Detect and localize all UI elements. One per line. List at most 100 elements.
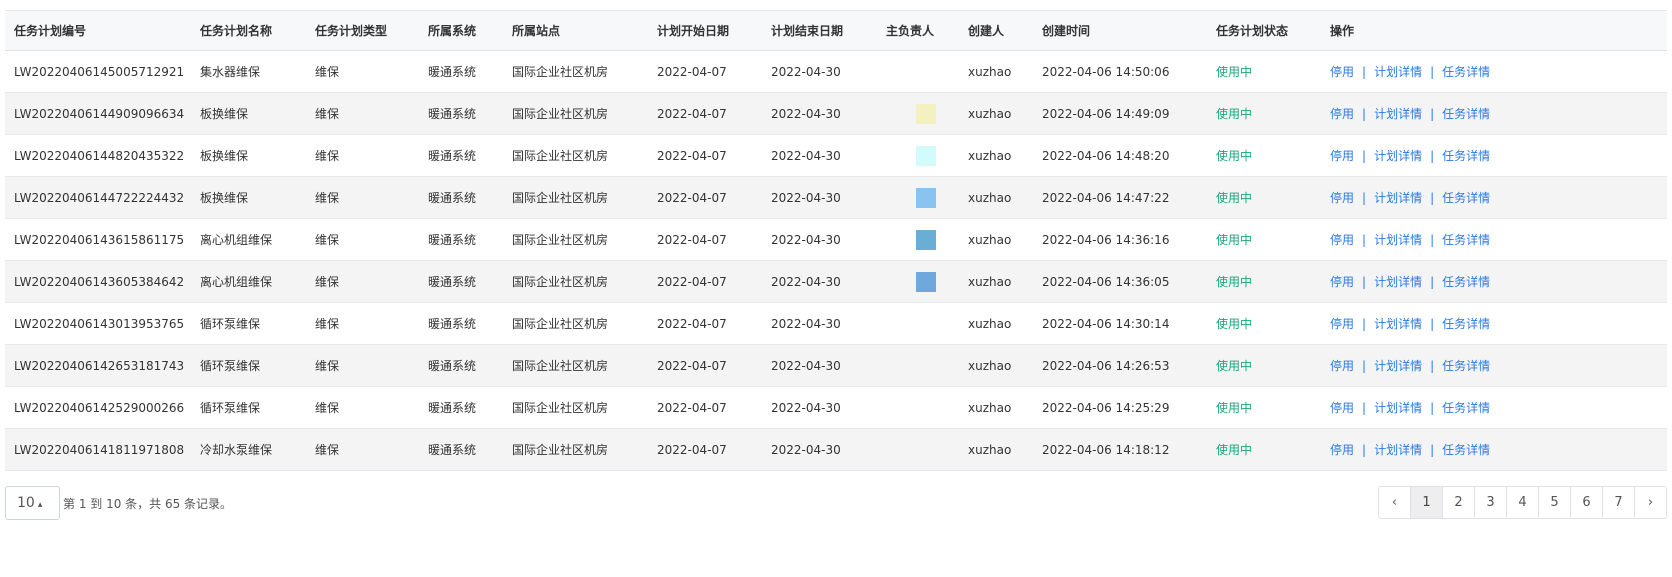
cell-actions: 停用 | 计划详情 | 任务详情: [1321, 218, 1667, 261]
col-header-system[interactable]: 所属系统: [419, 11, 503, 51]
disable-link[interactable]: 停用: [1330, 359, 1354, 373]
task-detail-link[interactable]: 任务详情: [1442, 401, 1490, 415]
task-detail-link[interactable]: 任务详情: [1442, 443, 1490, 457]
col-header-creator[interactable]: 创建人: [959, 11, 1033, 51]
cell-plan-type: 维保: [306, 344, 419, 387]
cell-site: 国际企业社区机房: [503, 50, 648, 93]
plan-detail-link[interactable]: 计划详情: [1374, 401, 1422, 415]
disable-link[interactable]: 停用: [1330, 107, 1354, 121]
action-separator: |: [1430, 401, 1435, 415]
cell-owner: [877, 50, 959, 93]
task-detail-link[interactable]: 任务详情: [1442, 317, 1490, 331]
cell-created-time: 2022-04-06 14:25:29: [1033, 386, 1207, 429]
plan-detail-link[interactable]: 计划详情: [1374, 149, 1422, 163]
action-separator: |: [1362, 191, 1367, 205]
task-detail-link[interactable]: 任务详情: [1442, 149, 1490, 163]
task-detail-link[interactable]: 任务详情: [1442, 359, 1490, 373]
page-7-button[interactable]: 7: [1602, 487, 1634, 518]
cell-end-date: 2022-04-30: [762, 176, 877, 219]
disable-link[interactable]: 停用: [1330, 317, 1354, 331]
task-plan-table-container: 任务计划编号 任务计划名称 任务计划类型 所属系统 所属站点 计划开始日期 计划…: [5, 10, 1667, 471]
page-size-dropdown[interactable]: 10 ▴: [5, 486, 60, 520]
cell-actions: 停用 | 计划详情 | 任务详情: [1321, 428, 1667, 470]
cell-system: 暖通系统: [419, 302, 503, 345]
cell-site: 国际企业社区机房: [503, 428, 648, 470]
page-size-value: 10: [17, 495, 35, 511]
cell-plan-id: LW20220406144820435322: [5, 134, 191, 177]
action-separator: |: [1362, 149, 1367, 163]
task-detail-link[interactable]: 任务详情: [1442, 65, 1490, 79]
task-detail-link[interactable]: 任务详情: [1442, 191, 1490, 205]
plan-detail-link[interactable]: 计划详情: [1374, 359, 1422, 373]
plan-detail-link[interactable]: 计划详情: [1374, 275, 1422, 289]
cell-plan-name: 循环泵维保: [191, 344, 306, 387]
disable-link[interactable]: 停用: [1330, 233, 1354, 247]
cell-plan-name: 集水器维保: [191, 50, 306, 93]
action-separator: |: [1430, 107, 1435, 121]
action-separator: |: [1430, 359, 1435, 373]
action-separator: |: [1430, 191, 1435, 205]
table-header-row: 任务计划编号 任务计划名称 任务计划类型 所属系统 所属站点 计划开始日期 计划…: [5, 11, 1667, 51]
owner-avatar-placeholder: [916, 229, 936, 250]
cell-plan-id: LW20220406143605384642: [5, 260, 191, 303]
cell-plan-type: 维保: [306, 386, 419, 429]
cell-end-date: 2022-04-30: [762, 260, 877, 303]
col-header-plan-type[interactable]: 任务计划类型: [306, 11, 419, 51]
disable-link[interactable]: 停用: [1330, 149, 1354, 163]
cell-status: 使用中: [1207, 218, 1321, 261]
action-separator: |: [1430, 275, 1435, 289]
cell-creator: xuzhao: [959, 428, 1033, 470]
page-3-button[interactable]: 3: [1474, 487, 1506, 518]
col-header-site[interactable]: 所属站点: [503, 11, 648, 51]
plan-detail-link[interactable]: 计划详情: [1374, 191, 1422, 205]
col-header-status[interactable]: 任务计划状态: [1207, 11, 1321, 51]
plan-detail-link[interactable]: 计划详情: [1374, 233, 1422, 247]
cell-owner: [877, 302, 959, 345]
table-footer: 10 ▴ 第 1 到 10 条，共 65 条记录。 ‹ 1 2 3 4 5 6 7 ›: [5, 486, 1667, 520]
cell-created-time: 2022-04-06 14:18:12: [1033, 428, 1207, 470]
task-detail-link[interactable]: 任务详情: [1442, 275, 1490, 289]
cell-plan-type: 维保: [306, 92, 419, 135]
cell-owner: [877, 386, 959, 429]
cell-creator: xuzhao: [959, 344, 1033, 387]
plan-detail-link[interactable]: 计划详情: [1374, 443, 1422, 457]
cell-actions: 停用 | 计划详情 | 任务详情: [1321, 92, 1667, 135]
disable-link[interactable]: 停用: [1330, 401, 1354, 415]
col-header-plan-name[interactable]: 任务计划名称: [191, 11, 306, 51]
cell-start-date: 2022-04-07: [648, 50, 762, 93]
disable-link[interactable]: 停用: [1330, 65, 1354, 79]
cell-system: 暖通系统: [419, 134, 503, 177]
cell-system: 暖通系统: [419, 386, 503, 429]
pagination-info: 第 1 到 10 条，共 65 条记录。: [63, 497, 233, 511]
next-page-button[interactable]: ›: [1634, 487, 1666, 518]
cell-plan-id: LW20220406144722224432: [5, 176, 191, 219]
cell-plan-name: 离心机组维保: [191, 260, 306, 303]
page-4-button[interactable]: 4: [1506, 487, 1538, 518]
plan-detail-link[interactable]: 计划详情: [1374, 317, 1422, 331]
plan-detail-link[interactable]: 计划详情: [1374, 65, 1422, 79]
col-header-start-date[interactable]: 计划开始日期: [648, 11, 762, 51]
cell-plan-id: LW20220406145005712921: [5, 50, 191, 93]
disable-link[interactable]: 停用: [1330, 191, 1354, 205]
cell-owner: [877, 134, 959, 177]
col-header-owner[interactable]: 主负责人: [877, 11, 959, 51]
page-1-button[interactable]: 1: [1410, 487, 1442, 518]
col-header-end-date[interactable]: 计划结束日期: [762, 11, 877, 51]
cell-created-time: 2022-04-06 14:30:14: [1033, 302, 1207, 345]
page-2-button[interactable]: 2: [1442, 487, 1474, 518]
cell-actions: 停用 | 计划详情 | 任务详情: [1321, 302, 1667, 345]
page-5-button[interactable]: 5: [1538, 487, 1570, 518]
disable-link[interactable]: 停用: [1330, 275, 1354, 289]
task-detail-link[interactable]: 任务详情: [1442, 233, 1490, 247]
page-6-button[interactable]: 6: [1570, 487, 1602, 518]
task-detail-link[interactable]: 任务详情: [1442, 107, 1490, 121]
prev-page-button[interactable]: ‹: [1379, 487, 1410, 518]
cell-start-date: 2022-04-07: [648, 302, 762, 345]
cell-owner: [877, 92, 959, 135]
col-header-created-time[interactable]: 创建时间: [1033, 11, 1207, 51]
disable-link[interactable]: 停用: [1330, 443, 1354, 457]
col-header-plan-id[interactable]: 任务计划编号: [5, 11, 191, 51]
plan-detail-link[interactable]: 计划详情: [1374, 107, 1422, 121]
cell-site: 国际企业社区机房: [503, 386, 648, 429]
cell-plan-type: 维保: [306, 50, 419, 93]
